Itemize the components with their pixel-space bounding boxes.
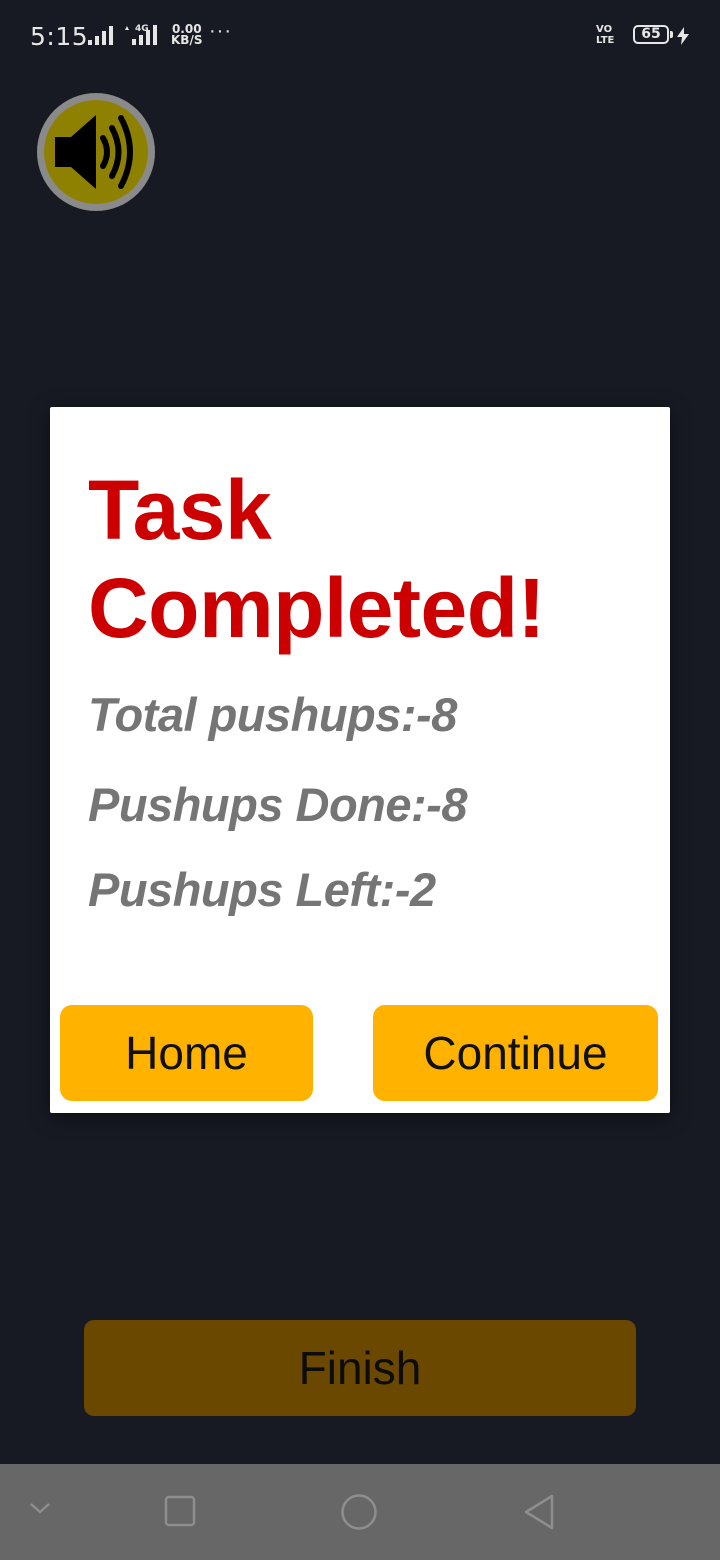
volte-line2: LTE — [596, 35, 615, 46]
signal-icon — [88, 26, 113, 45]
dialog-title: Task Completed! — [88, 463, 546, 655]
4g-signal-icon: 4G — [125, 24, 157, 45]
chevron-down-icon[interactable] — [28, 1500, 52, 1516]
status-time: 5:15 — [30, 22, 89, 51]
home-button[interactable]: Home — [60, 1005, 313, 1101]
recent-apps-icon[interactable] — [164, 1495, 196, 1527]
speaker-volume-icon — [55, 115, 133, 189]
network-speed: 0.00 KB/S — [171, 23, 203, 47]
sound-toggle-face — [44, 100, 148, 204]
finish-button[interactable]: Finish — [84, 1320, 636, 1416]
charging-icon — [677, 27, 689, 45]
pushups-left-text: Pushups Left:-2 — [88, 863, 436, 916]
battery-level: 65 — [641, 26, 661, 42]
navigation-bar — [0, 1464, 720, 1560]
total-pushups-text: Total pushups:-8 — [88, 688, 457, 741]
back-icon[interactable] — [522, 1493, 558, 1531]
pushups-done-text: Pushups Done:-8 — [88, 778, 467, 831]
continue-button[interactable]: Continue — [373, 1005, 658, 1101]
home-icon[interactable] — [340, 1493, 378, 1531]
more-notifications-icon: ··· — [209, 20, 232, 42]
speed-unit: KB/S — [171, 33, 203, 47]
sound-toggle-button[interactable] — [37, 93, 155, 211]
volte-line1: VO — [596, 24, 613, 35]
screen: 5:15 4G 0.00 KB/S ··· VO LTE 65 Task Com… — [0, 0, 720, 1560]
status-bar: 5:15 4G 0.00 KB/S ··· VO LTE 65 — [0, 0, 720, 72]
battery-icon: 65 — [633, 25, 673, 44]
task-completed-dialog: Task Completed! Total pushups:-8 Pushups… — [50, 407, 670, 1113]
volte-indicator: VO LTE — [596, 24, 614, 46]
